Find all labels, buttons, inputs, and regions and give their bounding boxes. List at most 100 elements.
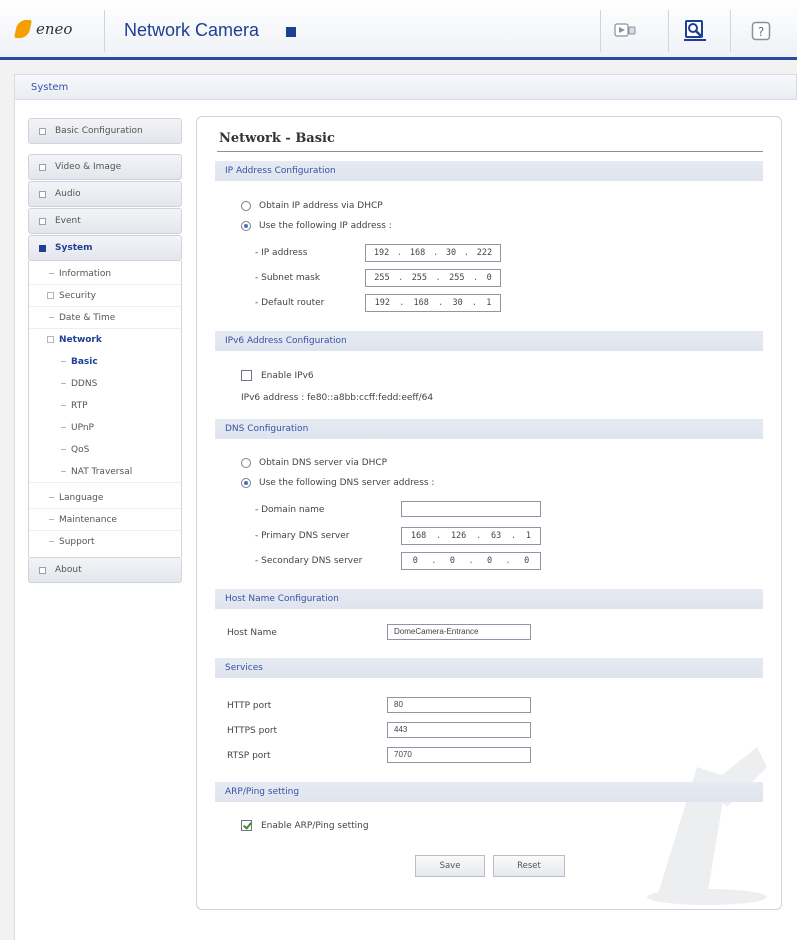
host-name-input[interactable]: DomeCamera-Entrance: [387, 624, 531, 640]
sidebar-item-label: QoS: [71, 445, 90, 455]
sidebar-item-nat-traversal[interactable]: NAT Traversal: [29, 461, 181, 483]
octet-separator: .: [432, 248, 439, 258]
collapse-icon: [47, 292, 54, 299]
sidebar-item-about[interactable]: About: [28, 557, 182, 583]
octet: 192: [374, 298, 390, 308]
dhcp-ip-radio[interactable]: [241, 201, 251, 211]
svg-text:?: ?: [758, 25, 764, 39]
tree-dash: [61, 361, 66, 362]
subnet-mask-label: - Subnet mask: [255, 273, 321, 283]
sidebar-item-ddns[interactable]: DDNS: [29, 373, 181, 395]
sidebar-item-date-time[interactable]: Date & Time: [29, 307, 181, 329]
octet: 222: [476, 248, 493, 258]
sidebar-item-video-image[interactable]: Video & Image: [28, 154, 182, 180]
dns-dhcp-option[interactable]: Obtain DNS server via DHCP: [241, 458, 387, 468]
dhcp-ip-option[interactable]: Obtain IP address via DHCP: [241, 201, 383, 211]
primary-dns-label: - Primary DNS server: [255, 531, 350, 541]
collapse-icon: [39, 164, 46, 171]
sidebar-item-label: Basic Configuration: [55, 126, 143, 136]
tree-dash: [49, 541, 54, 542]
default-router-input[interactable]: 192. 168. 30. 1: [365, 294, 501, 312]
dns-static-radio[interactable]: [241, 478, 251, 488]
sidebar-item-label: Audio: [55, 189, 81, 199]
tree-dash: [61, 427, 66, 428]
octet: 168: [410, 531, 427, 541]
top-header: eneo Network Camera ?: [0, 0, 797, 60]
eneo-logo[interactable]: eneo: [14, 18, 72, 40]
subnet-mask-input[interactable]: 255. 255. 255. 0: [365, 269, 501, 287]
octet-separator: .: [476, 531, 482, 541]
octet-separator: .: [396, 248, 403, 258]
help-icon[interactable]: ?: [751, 21, 771, 41]
dns-dhcp-radio[interactable]: [241, 458, 251, 468]
octet-separator: .: [398, 273, 404, 283]
logo-mark-icon: [14, 18, 32, 40]
sidebar-item-basic-configuration[interactable]: Basic Configuration: [28, 118, 182, 144]
https-port-label: HTTPS port: [227, 726, 278, 736]
static-ip-option[interactable]: Use the following IP address :: [241, 221, 392, 231]
header-divider: [104, 10, 105, 52]
live-view-icon[interactable]: [614, 22, 636, 40]
octet: 63: [490, 531, 502, 541]
static-ip-radio[interactable]: [241, 221, 251, 231]
background-watermark-icon: [647, 747, 767, 905]
sidebar-item-label: Network: [59, 335, 102, 345]
setup-icon[interactable]: [684, 20, 708, 42]
reset-button[interactable]: Reset: [493, 855, 565, 877]
sidebar-item-upnp[interactable]: UPnP: [29, 417, 181, 439]
collapse-icon: [39, 218, 46, 225]
collapse-icon: [39, 128, 46, 135]
octet: 0: [524, 556, 530, 566]
sidebar-item-label: About: [55, 565, 82, 575]
sidebar-item-label: Language: [59, 493, 104, 503]
title-menu-icon[interactable]: [286, 27, 296, 37]
octet: 1: [486, 298, 492, 308]
logo-text: eneo: [36, 20, 73, 38]
octet-separator: .: [438, 298, 444, 308]
sidebar-item-qos[interactable]: QoS: [29, 439, 181, 461]
sidebar-item-maintenance[interactable]: Maintenance: [29, 509, 181, 531]
https-port-input[interactable]: 443: [387, 722, 531, 738]
octet: 255: [449, 273, 465, 283]
enable-ipv6-label: Enable IPv6: [261, 371, 314, 381]
rtsp-port-input[interactable]: 7070: [387, 747, 531, 763]
title-divider: [217, 151, 763, 152]
sidebar: Basic Configuration Video & Image Audio …: [28, 118, 182, 584]
secondary-dns-input[interactable]: 0. 0. 0. 0: [401, 552, 541, 570]
enable-ipv6-checkbox[interactable]: [241, 370, 252, 381]
octet-separator: .: [505, 556, 511, 566]
primary-dns-input[interactable]: 168. 126. 63. 1: [401, 527, 541, 545]
domain-name-input[interactable]: [401, 501, 541, 517]
header-divider: [600, 10, 601, 52]
tree-dash: [61, 405, 66, 406]
sidebar-item-audio[interactable]: Audio: [28, 181, 182, 207]
sidebar-item-network-basic[interactable]: Basic: [29, 351, 181, 373]
breadcrumb-bar: System: [14, 74, 797, 100]
sidebar-item-information[interactable]: Information: [29, 263, 181, 285]
octet: 30: [452, 298, 463, 308]
octet-separator: .: [436, 531, 442, 541]
http-port-input[interactable]: 80: [387, 697, 531, 713]
sidebar-item-system[interactable]: System: [28, 235, 182, 261]
octet: 126: [450, 531, 467, 541]
ip-address-input[interactable]: 192. 168. 30. 222: [365, 244, 501, 262]
octet-separator: .: [511, 531, 517, 541]
section-services: Services: [215, 658, 763, 678]
secondary-dns-label: - Secondary DNS server: [255, 556, 363, 566]
dns-static-option[interactable]: Use the following DNS server address :: [241, 478, 434, 488]
breadcrumb[interactable]: System: [31, 82, 68, 93]
sidebar-item-network[interactable]: Network: [29, 329, 181, 351]
octet: 0: [486, 273, 492, 283]
sidebar-item-support[interactable]: Support: [29, 531, 181, 553]
sidebar-item-label: Video & Image: [55, 162, 122, 172]
save-button[interactable]: Save: [415, 855, 485, 877]
system-submenu: Information Security Date & Time Network…: [28, 261, 182, 557]
enable-arp-ping-checkbox[interactable]: [241, 820, 252, 831]
sidebar-item-event[interactable]: Event: [28, 208, 182, 234]
sidebar-item-label: DDNS: [71, 379, 98, 389]
sidebar-item-rtp[interactable]: RTP: [29, 395, 181, 417]
sidebar-item-label: RTP: [71, 401, 88, 411]
sidebar-item-language[interactable]: Language: [29, 487, 181, 509]
tree-dash: [61, 449, 66, 450]
sidebar-item-security[interactable]: Security: [29, 285, 181, 307]
